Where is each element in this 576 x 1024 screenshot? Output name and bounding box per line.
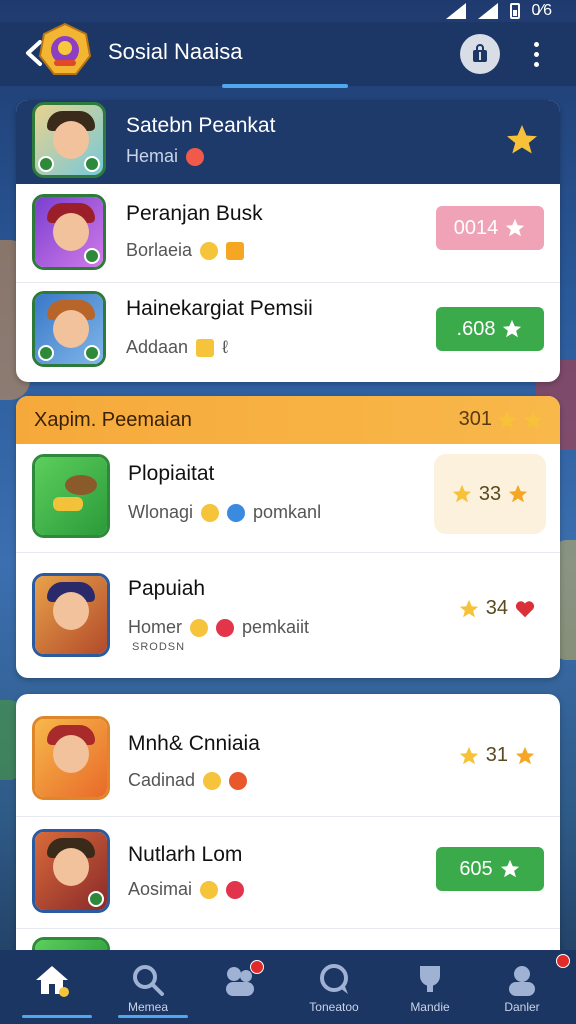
game-name: Mnh& Cnniaia [128,732,260,755]
nav-home[interactable] [4,950,100,1024]
signal-icon [445,3,466,19]
heart-badge-icon [186,147,205,166]
notification-badge [556,954,570,968]
game-thumbnail [32,573,110,657]
gem-icon [227,503,246,522]
star-icon [497,410,517,428]
game-subtitle: Aosimai [128,879,245,900]
active-nav-indicator [22,1015,92,1018]
game-name: Plopiaitat [128,462,215,485]
shop-bag-icon [473,44,487,62]
list-item[interactable]: Hainekargiat Pemsii Addaan ℓ .608 [16,282,560,382]
rating: 34 [458,597,536,620]
badge-icon [515,746,535,764]
game-thumbnail [32,194,106,270]
list-item[interactable]: Plopiaitat Wlonagi pomkanl 33 [16,444,560,552]
game-subtitle: Homer pemkaiit [128,617,310,637]
star-icon [459,746,478,764]
app-title: Sosial Naaisa [108,39,243,64]
heart-icon [515,600,535,617]
section-games-card: Xapim. Peemaian 301 Plopiaitat Wlonagi p… [16,396,560,678]
game-thumbnail [32,102,106,178]
game-thumbnail [32,291,106,367]
game-name: Papuiah [128,577,206,600]
list-item[interactable]: Nutlarh Lom Aosimai 605 [16,816,560,929]
status-time: 0⁄6 [531,2,552,19]
game-name: Peranjan Busk [126,202,263,225]
favorite-star-icon[interactable] [504,122,540,158]
play-price-button[interactable]: 605 [436,847,544,891]
notification-badge [250,960,264,974]
star-icon [503,319,522,338]
game-name: Satebn Peankat [126,114,276,137]
nav-indicator [118,1015,188,1018]
rating: 33 [434,454,546,534]
game-name: Nutlarh Lom [128,843,243,866]
shop-button[interactable] [460,34,500,74]
list-item[interactable]: Mnh& Cnniaia Cadinad 31 [16,694,560,816]
flower-icon [226,880,245,899]
trophy-icon [420,966,440,992]
key-icon: ℓ [222,337,228,357]
rating: 31 [458,744,536,767]
play-price-button[interactable]: 0014 [436,206,544,250]
battery-icon [509,3,520,19]
nav-chat[interactable]: Toneatoo [286,950,382,1024]
app-logo-icon [38,22,92,75]
play-price-button[interactable]: .608 [436,307,544,351]
game-extra-label: SRODSN [132,641,186,653]
top-app-bar: Sosial Naaisa [0,22,576,86]
section-title: Xapim. Peemaian [34,409,192,431]
featured-games-card: Satebn Peankat Hemai Peranjan Busk Borla… [16,100,560,382]
profile-icon [509,966,535,996]
status-bar: 0⁄6 [0,0,576,22]
home-icon [36,966,69,997]
coin-icon [201,503,220,522]
star-icon [459,599,478,617]
coin-icon [196,338,215,357]
game-subtitle: Cadinad [128,770,248,791]
check-badge-icon [216,618,235,637]
list-item[interactable]: Papuiah Homer pemkaiit SRODSN 34 [16,552,560,678]
nav-profile[interactable]: Mandie [382,950,478,1024]
chat-icon [320,964,348,994]
search-icon [133,965,164,996]
featured-game-header[interactable]: Satebn Peankat Hemai [16,100,560,184]
star-icon [506,218,525,237]
more-games-card: Mnh& Cnniaia Cadinad 31 Nutlarh Lom Aosi… [16,694,560,964]
coin-icon [200,241,219,260]
game-subtitle: Hemai [126,146,205,167]
star-icon [452,484,472,503]
more-options-button[interactable] [524,36,548,72]
coin-icon [190,618,209,637]
coin-icon [203,771,222,790]
hammer-icon [53,475,97,511]
section-header[interactable]: Xapim. Peemaian 301 [16,396,560,444]
game-thumbnail [32,829,110,913]
badge-icon [226,241,245,260]
game-name: Hainekargiat Pemsii [126,297,313,320]
nav-search[interactable]: Memea [100,950,196,1024]
game-subtitle: Wlonagi pomkanl [128,502,322,522]
nav-more[interactable]: Danler [474,950,570,1024]
star-icon [500,859,519,878]
game-subtitle: Borlaeia [126,240,245,261]
game-thumbnail [32,716,110,800]
section-score: 301 [459,408,544,431]
star-badge-icon [229,771,248,790]
game-tag: pomkanl [253,502,322,522]
nav-friends[interactable] [192,950,288,1024]
star-icon [523,410,543,428]
active-tab-indicator [222,84,348,88]
wifi-signal-icon [477,3,498,19]
game-subtitle: Addaan ℓ [126,337,228,357]
game-tag: pemkaiit [242,617,310,637]
coin-icon [200,880,219,899]
bottom-navigation: Memea Toneatoo Mandie Danler [0,950,576,1024]
game-thumbnail [32,454,110,538]
badge-icon [508,484,528,503]
list-item[interactable]: Peranjan Busk Borlaeia 0014 [16,184,560,282]
